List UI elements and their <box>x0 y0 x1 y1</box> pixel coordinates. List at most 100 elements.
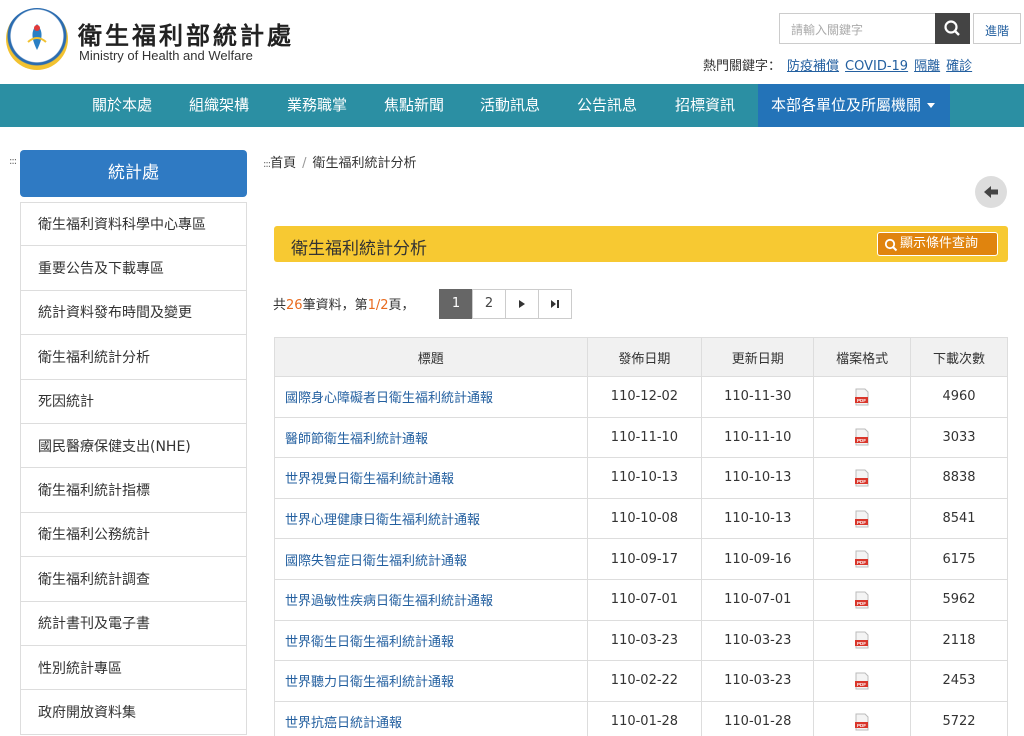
pdf-file-icon[interactable]: PDF <box>854 469 870 487</box>
row-format[interactable]: PDF <box>813 619 912 662</box>
sidebar-item[interactable]: 統計資料發布時間及變更 <box>20 290 247 336</box>
sidebar-item[interactable]: 國民醫療保健支出(NHE) <box>20 423 247 469</box>
nav-item-news[interactable]: 焦點新聞 <box>384 84 444 127</box>
row-title-link[interactable]: 世界聽力日衛生福利統計通報 <box>274 660 588 702</box>
column-header[interactable]: 標題 <box>274 337 588 377</box>
row-format[interactable]: PDF <box>813 457 912 499</box>
back-button[interactable] <box>975 176 1007 208</box>
pdf-badge-text: PDF <box>857 398 866 403</box>
sidebar-item[interactable]: 統計書刊及電子書 <box>20 601 247 646</box>
row-title-link[interactable]: 世界視覺日衛生福利統計通報 <box>274 457 588 499</box>
row-downloads: 2118 <box>910 619 1008 662</box>
row-format[interactable]: PDF <box>813 700 912 736</box>
nav-item-org[interactable]: 組織架構 <box>189 84 249 127</box>
column-header[interactable]: 下載次數 <box>910 337 1008 377</box>
pdf-file-icon[interactable]: PDF <box>854 672 870 690</box>
breadcrumb-home[interactable]: 首頁 <box>270 156 296 171</box>
row-format[interactable]: PDF <box>813 538 912 580</box>
row-published-date: 110-10-08 <box>586 497 703 540</box>
pdf-badge-text: PDF <box>857 520 866 525</box>
page-title-bar: 衛生福利統計分析 顯示條件查詢 <box>274 226 1008 262</box>
page-1-button[interactable]: 1 <box>439 289 473 319</box>
nav-item-about[interactable]: 關於本處 <box>92 84 152 127</box>
table-row: 國際身心障礙者日衛生福利統計通報 110-12-02 110-11-30 PDF 496… <box>274 376 1008 418</box>
pdf-file-icon[interactable]: PDF <box>854 428 870 446</box>
pdf-badge-text: PDF <box>857 479 866 484</box>
row-published-date: 110-09-17 <box>586 538 703 580</box>
arrow-left-icon <box>984 186 998 198</box>
table-row: 世界抗癌日統計通報 110-01-28 110-01-28 PDF 5722 <box>274 700 1008 736</box>
sidebar-item[interactable]: 衛生福利統計分析 <box>20 335 247 380</box>
search-icon <box>884 238 898 252</box>
column-header[interactable]: 檔案格式 <box>813 337 912 377</box>
column-header[interactable]: 更新日期 <box>701 337 815 377</box>
row-format[interactable]: PDF <box>813 376 912 418</box>
row-updated-date: 110-11-30 <box>701 376 815 418</box>
ministry-logo[interactable] <box>6 8 68 70</box>
hot-keyword-link[interactable]: COVID-19 <box>845 59 908 74</box>
row-published-date: 110-12-02 <box>586 376 703 418</box>
search-input[interactable]: 請輸入關鍵字 <box>779 13 935 44</box>
row-title-link[interactable]: 世界抗癌日統計通報 <box>274 700 588 736</box>
sidebar-item[interactable]: 死因統計 <box>20 379 247 424</box>
pdf-badge-text: PDF <box>857 723 866 728</box>
nav-item-duties[interactable]: 業務職掌 <box>287 84 347 127</box>
pdf-file-icon[interactable]: PDF <box>854 550 870 568</box>
site-subtitle: Ministry of Health and Welfare <box>79 48 253 63</box>
show-query-button[interactable]: 顯示條件查詢 <box>877 232 998 256</box>
nav-item-tenders[interactable]: 招標資訊 <box>675 84 735 127</box>
sidebar-item[interactable]: 重要公告及下載專區 <box>20 246 247 291</box>
row-title-link[interactable]: 世界衛生日衛生福利統計通報 <box>274 619 588 662</box>
search-button[interactable] <box>935 13 970 44</box>
row-downloads: 8541 <box>910 497 1008 540</box>
row-format[interactable]: PDF <box>813 578 912 621</box>
pdf-badge-text: PDF <box>857 601 866 606</box>
row-title-link[interactable]: 國際失智症日衛生福利統計通報 <box>274 538 588 580</box>
table-header-row: 標題 發佈日期 更新日期 檔案格式 下載次數 <box>274 337 1008 377</box>
sidebar-item[interactable]: 衛生福利公務統計 <box>20 512 247 558</box>
row-format[interactable]: PDF <box>813 497 912 540</box>
skip-end-icon <box>551 299 559 308</box>
advanced-search-button[interactable]: 進階 <box>973 13 1021 44</box>
sidebar-item[interactable]: 衛生福利統計指標 <box>20 468 247 513</box>
page-2-button[interactable]: 2 <box>472 289 506 319</box>
row-updated-date: 110-10-13 <box>701 457 815 499</box>
sidebar-item[interactable]: 衛生福利資料科學中心專區 <box>20 202 247 247</box>
row-published-date: 110-11-10 <box>586 416 703 459</box>
row-published-date: 110-07-01 <box>586 578 703 621</box>
table-row: 醫師節衛生福利統計通報 110-11-10 110-11-10 PDF 3033 <box>274 416 1008 459</box>
accesskey-marker[interactable]: ::: <box>9 156 17 167</box>
row-downloads: 4960 <box>910 376 1008 418</box>
nav-item-events[interactable]: 活動訊息 <box>480 84 540 127</box>
hot-keyword-link[interactable]: 隔離 <box>914 59 940 74</box>
row-format[interactable]: PDF <box>813 416 912 459</box>
pdf-file-icon[interactable]: PDF <box>854 388 870 406</box>
caret-down-icon <box>927 103 936 108</box>
sidebar-item[interactable]: 性別統計專區 <box>20 645 247 691</box>
row-title-link[interactable]: 世界心理健康日衛生福利統計通報 <box>274 497 588 540</box>
table-row: 世界衛生日衛生福利統計通報 110-03-23 110-03-23 PDF 2118 <box>274 619 1008 662</box>
hot-keyword-link[interactable]: 防疫補償 <box>787 59 839 74</box>
column-header[interactable]: 發佈日期 <box>586 337 703 377</box>
pdf-file-icon[interactable]: PDF <box>854 510 870 528</box>
last-page-button[interactable] <box>538 289 572 319</box>
row-title-link[interactable]: 世界過敏性疾病日衛生福利統計通報 <box>274 578 588 621</box>
logo-emblem-icon <box>27 24 47 50</box>
sidebar-head[interactable]: 統計處 <box>20 150 247 197</box>
next-page-button[interactable] <box>505 289 539 319</box>
nav-item-announcements[interactable]: 公告訊息 <box>577 84 637 127</box>
nav-item-agencies-dropdown[interactable]: 本部各單位及所屬機關 <box>758 84 950 127</box>
row-title-link[interactable]: 國際身心障礙者日衛生福利統計通報 <box>274 376 588 418</box>
pdf-file-icon[interactable]: PDF <box>854 631 870 649</box>
site-title[interactable]: 衛生福利部統計處 <box>78 16 294 51</box>
row-format[interactable]: PDF <box>813 660 912 702</box>
hot-keyword-link[interactable]: 確診 <box>946 59 972 74</box>
pdf-file-icon[interactable]: PDF <box>854 713 870 731</box>
sidebar-item[interactable]: 政府開放資料集 <box>20 690 247 735</box>
row-updated-date: 110-09-16 <box>701 538 815 580</box>
table-row: 世界心理健康日衛生福利統計通報 110-10-08 110-10-13 PDF 8541 <box>274 497 1008 540</box>
sidebar-item[interactable]: 衛生福利統計調查 <box>20 557 247 602</box>
pdf-file-icon[interactable]: PDF <box>854 591 870 609</box>
row-title-link[interactable]: 醫師節衛生福利統計通報 <box>274 416 588 459</box>
row-updated-date: 110-01-28 <box>701 700 815 736</box>
